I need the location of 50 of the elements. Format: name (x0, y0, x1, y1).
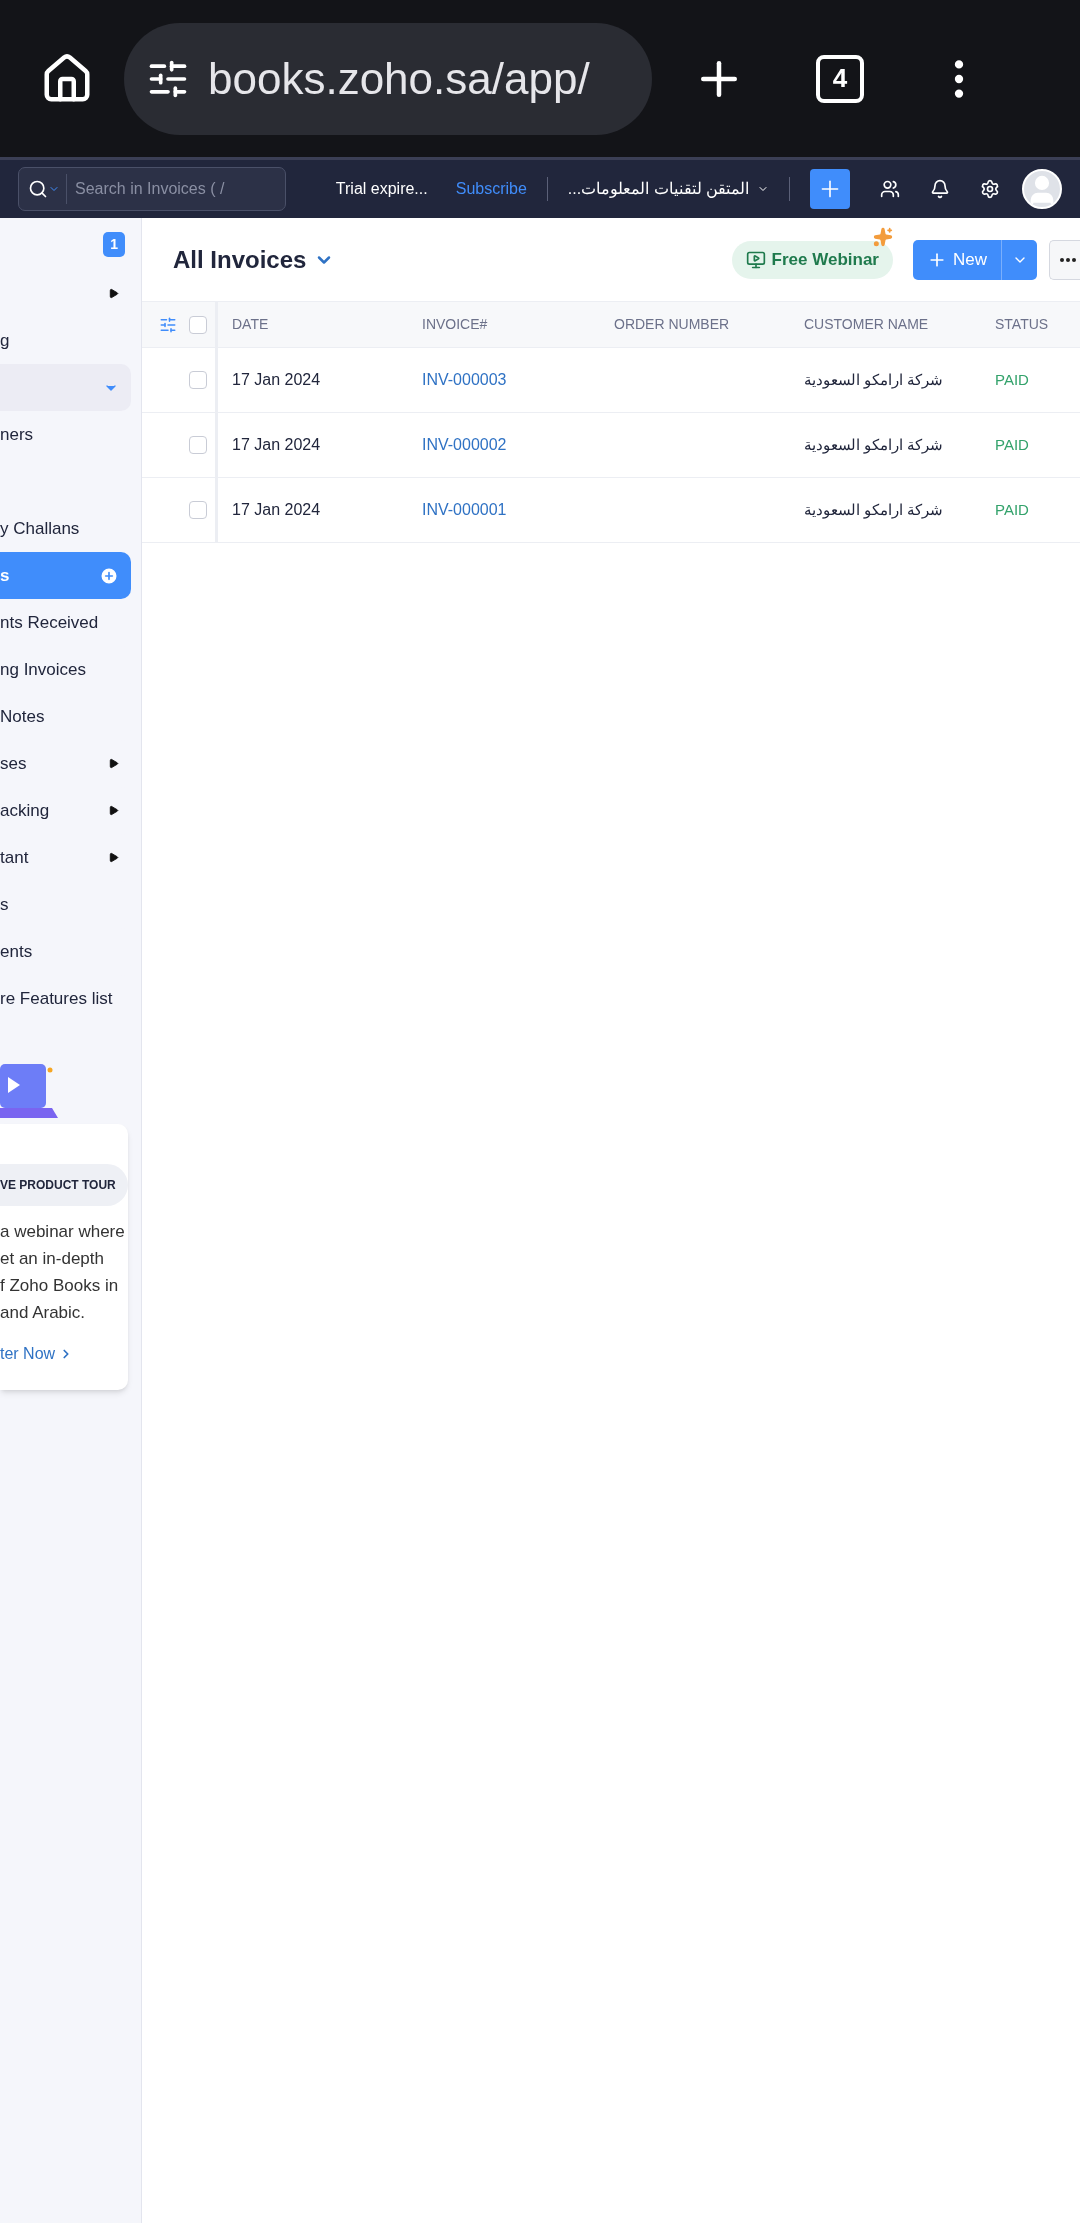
settings-icon[interactable] (980, 179, 1000, 199)
invoice-link[interactable]: INV-000002 (422, 433, 614, 457)
invoice-link[interactable]: INV-000001 (422, 498, 614, 522)
count-badge: 1 (103, 231, 125, 257)
more-button[interactable] (1049, 239, 1080, 280)
status-cell-text: PAID (995, 369, 1030, 390)
search-input[interactable]: Search in Invoices ( / (67, 177, 267, 201)
arrow-icon (108, 288, 119, 299)
date-cell-text: 17 Jan 2024 (232, 500, 322, 520)
customer-cell-text: شركة ارامكو السعودية (804, 499, 945, 521)
arrow-icon (108, 758, 119, 769)
avatar-icon[interactable] (1022, 169, 1062, 209)
users-icon[interactable] (880, 179, 901, 199)
checkbox[interactable] (189, 371, 207, 389)
date-cell-text: 17 Jan 2024 (232, 435, 322, 455)
customer-cell-text: شركة ارامكو السعودية (804, 369, 945, 391)
column-header[interactable]: INVOICE# (422, 314, 614, 335)
column-header[interactable]: DATE (232, 314, 422, 335)
arrow-icon (108, 805, 119, 816)
filter-icon[interactable] (159, 315, 177, 334)
address-bar[interactable]: books.zoho.sa/app/ (124, 22, 652, 135)
page-title[interactable]: All Invoices (173, 241, 335, 278)
customer-cell-text: شركة ارامكو السعودية (804, 434, 945, 456)
column-header[interactable]: CUSTOMER NAME (804, 314, 995, 335)
monitor-play-icon (745, 249, 766, 270)
organization-switcher[interactable]: ...المتقن لتقنيات المعلومات (567, 177, 770, 201)
promo-text: a webinar where et an in-depth f Zoho Books in and Arabic. (0, 1221, 126, 1324)
sparkle-icon (873, 226, 893, 247)
more-icon (1059, 257, 1076, 262)
promo-tag: VE PRODUCT TOUR (0, 1164, 128, 1206)
column-header[interactable]: STATUS (995, 314, 1080, 335)
quick-create-button[interactable] (810, 169, 851, 209)
status-cell-text: PAID (995, 499, 1030, 520)
checkbox[interactable] (189, 315, 207, 334)
subscribe-link[interactable]: Subscribe (455, 177, 527, 201)
date-cell-text: 17 Jan 2024 (232, 370, 322, 390)
search-field[interactable]: Search in Invoices ( / (18, 167, 286, 211)
status-cell-text: PAID (995, 434, 1030, 455)
trial-text: Trial expire... (335, 179, 428, 199)
add-icon[interactable] (99, 565, 119, 586)
notification-icon[interactable] (930, 179, 951, 199)
webinar-button[interactable]: Free Webinar (731, 240, 893, 279)
search-icon[interactable] (28, 179, 48, 199)
register-link[interactable]: ter Now (0, 1342, 128, 1366)
arrow-icon (108, 852, 119, 863)
checkbox[interactable] (189, 436, 207, 454)
column-header[interactable]: ORDER NUMBER (614, 314, 804, 335)
tab-count[interactable]: 4 (816, 54, 864, 103)
invoice-link[interactable]: INV-000003 (422, 368, 614, 392)
checkbox[interactable] (189, 501, 207, 519)
